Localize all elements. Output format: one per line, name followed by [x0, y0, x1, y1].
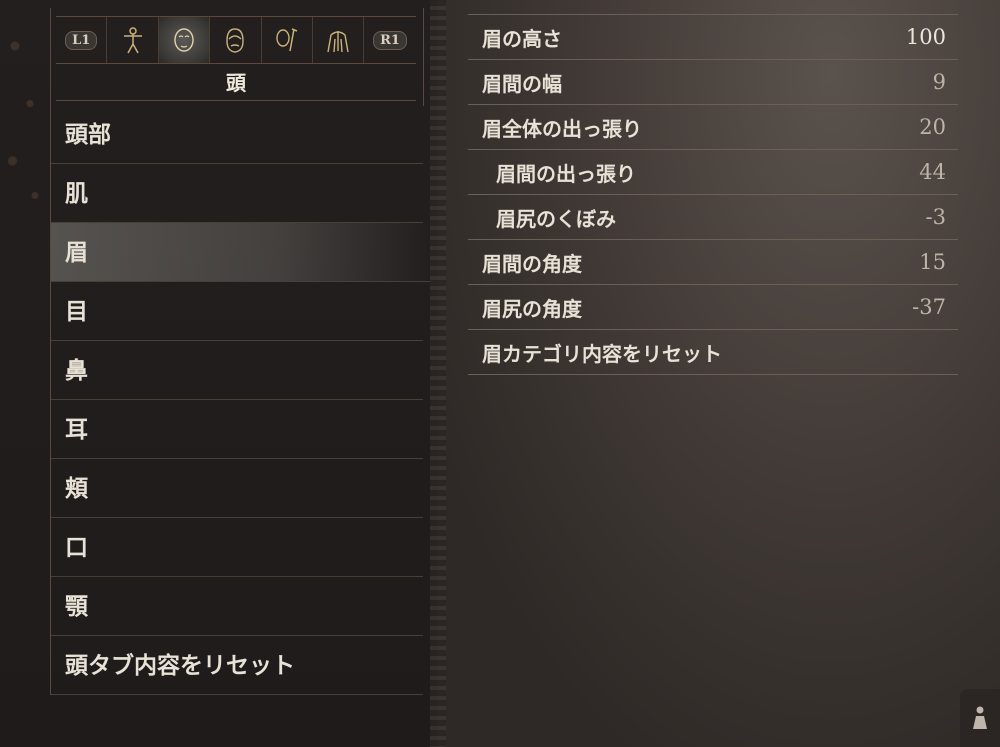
param-row[interactable]: 眉尻のくぼみ -3 [468, 195, 958, 240]
reset-eyebrow-category-button[interactable]: 眉カテゴリ内容をリセット [468, 330, 958, 375]
param-row[interactable]: 眉全体の出っ張り 20 [468, 105, 958, 150]
vine-decoration [0, 0, 50, 230]
menu-item-cheeks[interactable]: 頬 [51, 459, 423, 518]
figure-icon [973, 706, 987, 729]
tab-body[interactable] [107, 17, 159, 63]
reset-head-tab-button[interactable]: 頭タブ内容をリセット [51, 636, 423, 695]
param-value: 9 [932, 70, 946, 94]
param-value: -3 [925, 205, 946, 229]
face-icon [174, 28, 194, 52]
torn-edge-divider [430, 0, 446, 747]
body-figure-icon [123, 27, 142, 54]
hair-icon [226, 28, 245, 53]
left-panel: L1 R1 頭 頭部 肌 眉 目 鼻 耳 頬 口 顎 頭タブ内容をリセット [0, 0, 438, 747]
param-label: 眉間の角度 [482, 251, 582, 276]
menu-item-eyebrows[interactable]: 眉 [51, 223, 433, 282]
menu-item-head[interactable]: 頭部 [51, 105, 423, 164]
tab-hair[interactable] [210, 17, 262, 63]
brush-icon [276, 28, 298, 52]
param-row[interactable]: 眉の高さ 100 [468, 15, 958, 60]
param-row[interactable]: 眉尻の角度 -37 [468, 285, 958, 330]
l1-button[interactable]: L1 [56, 17, 108, 63]
menu-item-jaw[interactable]: 顎 [51, 577, 423, 636]
torso-icon [327, 31, 349, 53]
param-value: -37 [912, 295, 946, 319]
param-row[interactable]: 眉間の出っ張り 44 [468, 150, 958, 195]
menu-item-skin[interactable]: 肌 [51, 164, 423, 223]
menu-item-eyes[interactable]: 目 [51, 282, 423, 341]
param-value: 44 [919, 160, 946, 184]
param-value: 100 [905, 25, 946, 49]
tab-torso[interactable] [313, 17, 365, 63]
param-label: 眉間の出っ張り [496, 161, 636, 186]
menu-item-ears[interactable]: 耳 [51, 400, 423, 459]
param-label: 眉尻の角度 [482, 296, 582, 321]
tab-face[interactable] [158, 17, 211, 63]
menu-item-mouth[interactable]: 口 [51, 518, 423, 577]
param-label: 眉間の幅 [482, 71, 562, 96]
menu-item-nose[interactable]: 鼻 [51, 341, 423, 400]
category-title: 頭 [56, 66, 416, 101]
param-label: 眉の高さ [482, 26, 562, 51]
param-value: 20 [919, 115, 946, 139]
param-label: 眉全体の出っ張り [482, 116, 642, 141]
tab-makeup[interactable] [262, 17, 313, 63]
r1-label: R1 [373, 30, 407, 50]
param-value: 15 [919, 250, 946, 274]
param-label: 眉カテゴリ内容をリセット [482, 341, 722, 366]
r1-button[interactable]: R1 [364, 17, 415, 63]
tab-strip: L1 R1 [56, 16, 416, 64]
param-row[interactable]: 眉間の角度 15 [468, 240, 958, 285]
param-label: 眉尻のくぼみ [496, 206, 616, 231]
l1-label: L1 [65, 30, 98, 50]
category-menu: 頭部 肌 眉 目 鼻 耳 頬 口 顎 頭タブ内容をリセット [50, 105, 433, 695]
corner-widget [960, 689, 1000, 747]
eyebrow-params: 眉の高さ 100 眉間の幅 9 眉全体の出っ張り 20 眉間の出っ張り 44 眉… [468, 14, 958, 375]
param-row[interactable]: 眉間の幅 9 [468, 60, 958, 105]
